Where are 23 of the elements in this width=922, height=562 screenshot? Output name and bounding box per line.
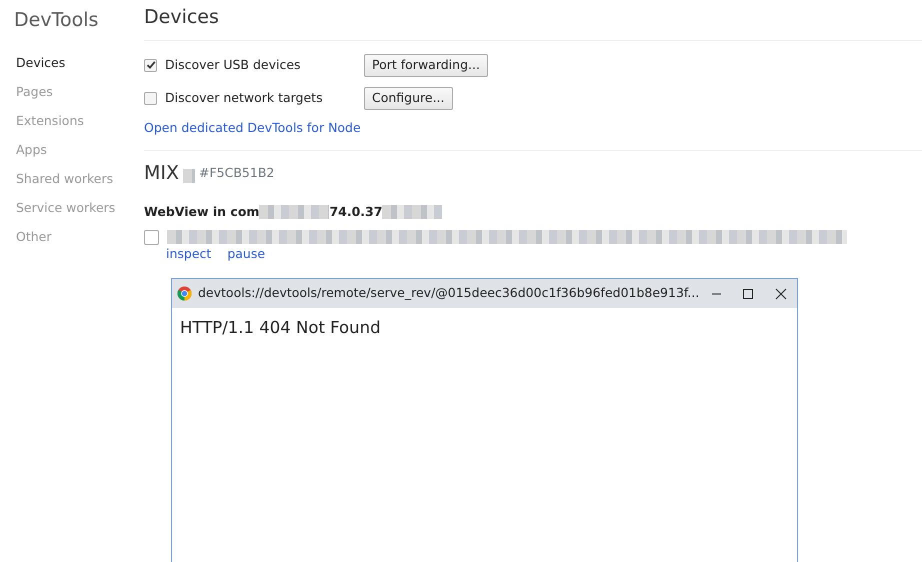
browser-name: WebView in com — [144, 203, 260, 222]
checkbox-label: Discover USB devices — [165, 56, 301, 74]
device-serial: #F5CB51B2 — [199, 164, 274, 182]
checkbox-label: Discover network targets — [165, 88, 323, 107]
node-devtools-link[interactable]: Open dedicated DevTools for Node — [144, 118, 361, 138]
browser-icon — [177, 286, 192, 301]
redaction-blur — [382, 205, 442, 220]
target-action-link[interactable]: pause — [227, 244, 266, 264]
checkbox[interactable] — [144, 92, 157, 105]
error-message: HTTP/1.1 404 Not Found — [180, 318, 381, 337]
page-title: Devices — [144, 6, 220, 29]
redaction-blur — [259, 205, 330, 220]
window-title: devtools://devtools/remote/serve_rev/@015deec36d00c1f36b96fed01b8e913f... — [198, 284, 700, 302]
target-action-link[interactable]: inspect — [166, 244, 212, 264]
checkbox[interactable] — [144, 58, 157, 72]
device-name: MIX — [144, 160, 180, 186]
app-title: DevTools — [14, 8, 100, 33]
browser-version: 74.0.37 — [329, 203, 382, 222]
checkbox[interactable] — [144, 230, 159, 245]
sidebar-item[interactable]: Devices — [14, 48, 66, 78]
option-button[interactable]: Port forwarding... — [364, 54, 488, 77]
redaction-blur — [183, 169, 196, 184]
option-button[interactable]: Configure... — [364, 86, 453, 110]
